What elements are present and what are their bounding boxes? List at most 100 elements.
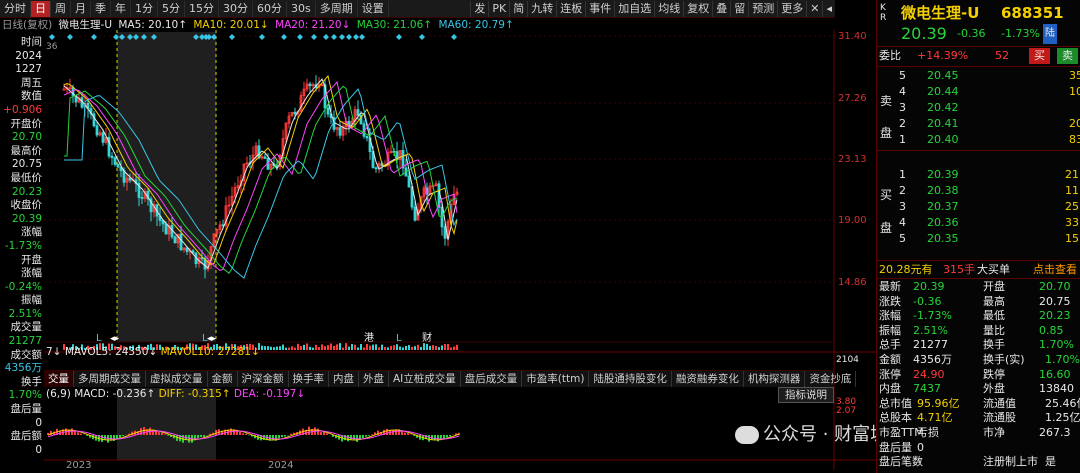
indicator-tab-0[interactable]: 交量 [44, 371, 74, 387]
ask-price: 20.41 [927, 117, 959, 130]
volume-bar [432, 345, 434, 350]
period-tab-4[interactable]: 季 [91, 0, 111, 17]
event-markers [49, 34, 457, 40]
stat-value: 24.90 [913, 367, 945, 381]
period-tab-7[interactable]: 5分 [158, 0, 185, 17]
volume-bar [366, 343, 368, 350]
event-marker [91, 34, 97, 40]
macd-bar [347, 435, 349, 442]
indicator-tab-14[interactable]: 资金抄底 [805, 371, 857, 387]
toolbar-item-4[interactable]: 连板 [556, 0, 585, 17]
change: -0.36 [957, 27, 986, 40]
toolbar-item-3[interactable]: 九转 [527, 0, 556, 17]
period-tab-9[interactable]: 30分 [219, 0, 253, 17]
toolbar-item-6[interactable]: 加自选 [614, 0, 654, 17]
indicator-tab-3[interactable]: 金额 [208, 371, 238, 387]
period-toolbar: 分时日周月季年 1分 5分 15分 30分 60分 30s 多周期 设置 发 PK 简九转 连板 事件 加自… [0, 0, 835, 18]
indicator-tab-9[interactable]: 盘后成交量 [461, 371, 523, 387]
toolbar-item-2[interactable]: 简 [509, 0, 527, 17]
indicator-tab-2[interactable]: 虚拟成交量 [146, 371, 208, 387]
volume-bar [354, 344, 356, 350]
volume-bar [402, 347, 404, 350]
stat-value: 1.70% [1039, 338, 1074, 352]
period-tab-1[interactable]: 日 [31, 0, 51, 17]
weicha-value: 52 [995, 49, 1009, 62]
macd-bar [290, 433, 292, 435]
indicator-tab-8[interactable]: AI立桩成交量 [389, 371, 461, 387]
toolbar-item-5[interactable]: 事件 [585, 0, 614, 17]
indicator-help-button[interactable]: 指标说明 [778, 387, 834, 403]
period-tab-11[interactable]: 30s [287, 0, 316, 17]
toolbar-item-7[interactable]: 均线 [654, 0, 683, 17]
indicator-tab-11[interactable]: 陆股通持股变化 [589, 371, 672, 387]
period-tab-6[interactable]: 1分 [131, 0, 158, 17]
stat-value: 13840 [1039, 382, 1074, 396]
bid-level: 4 [899, 216, 906, 229]
toolbar-item-8[interactable]: 复权 [683, 0, 712, 17]
indicator-tab-7[interactable]: 外盘 [359, 371, 389, 387]
deal-link[interactable]: 点击查看 [1033, 262, 1077, 278]
stat-value: 1.70% [1045, 353, 1080, 366]
indicator-tab-6[interactable]: 内盘 [329, 371, 359, 387]
diff-value: DIFF: -0.315↑ [158, 388, 231, 400]
stat-label: 换手 [983, 338, 1005, 352]
ask-level: 4 [899, 85, 906, 98]
close-icon[interactable]: ✕ [806, 0, 822, 17]
event-marker [67, 34, 73, 40]
stat-value: 1.25亿 [1045, 411, 1080, 425]
candle-body [95, 125, 99, 136]
volume-bar [390, 345, 392, 350]
price-axis-label: 23.13 [838, 154, 867, 165]
bid-price: 20.39 [927, 168, 959, 181]
volume-bar [441, 345, 443, 350]
macd-bar [440, 435, 442, 439]
info-row: 盘后量 [10, 403, 43, 416]
volume-bar [414, 346, 416, 350]
stat-value: -0.36 [913, 294, 942, 308]
indicator-tab-5[interactable]: 换手率 [289, 371, 329, 387]
dropdown-icon[interactable]: ◂ [822, 0, 835, 17]
volume-bar [336, 344, 338, 350]
toolbar-item-1[interactable]: PK [488, 0, 509, 17]
macd-bar [194, 435, 196, 440]
stat-value: 2.51% [913, 323, 948, 337]
toolbar-item-12[interactable]: 更多 [777, 0, 806, 17]
buy-button[interactable]: 买 [1029, 48, 1050, 64]
stat-row: 涨幅 -1.73% 最低 20.23 [877, 309, 1080, 323]
period-tab-10[interactable]: 60分 [253, 0, 287, 17]
candle-body [401, 150, 405, 169]
volume-bar [321, 344, 323, 350]
indicator-tab-4[interactable]: 沪深金额 [238, 371, 289, 387]
indicator-tab-13[interactable]: 机构探测器 [744, 371, 806, 387]
bid-level: 1 [899, 168, 906, 181]
stat-label: 市净 [983, 426, 1005, 439]
kline-chart[interactable]: 31.4027.2623.1319.0014.86L L 港 L 财◂▸ ◂▸ [44, 30, 876, 470]
ask-row: 1 20.40 83 [877, 132, 1080, 148]
period-tab-5[interactable]: 年 [111, 0, 131, 17]
macd-bar [101, 435, 103, 442]
stat-value: 20.75 [1039, 294, 1071, 308]
period-tab-2[interactable]: 周 [51, 0, 71, 17]
volume-bar [306, 343, 308, 350]
candle-body [101, 132, 105, 143]
info-row: 最高价 [10, 144, 43, 157]
volume-bar [456, 344, 458, 350]
sell-button[interactable]: 卖 [1057, 48, 1078, 64]
period-tab-12[interactable]: 多周期 [316, 0, 358, 17]
macd-bar [122, 435, 124, 437]
toolbar-item-0[interactable]: 发 [470, 0, 488, 17]
toolbar-item-9[interactable]: 叠 [712, 0, 730, 17]
volume-bar [279, 346, 281, 350]
macd-bar [119, 435, 121, 438]
period-tab-13[interactable]: 设置 [358, 0, 389, 17]
indicator-tab-10[interactable]: 市盈率(ttm) [522, 371, 590, 387]
indicator-tab-12[interactable]: 融资融券变化 [672, 371, 744, 387]
period-tab-3[interactable]: 月 [71, 0, 91, 17]
toolbar-item-10[interactable]: 留 [730, 0, 748, 17]
indicator-tab-1[interactable]: 多周期成交量 [74, 371, 146, 387]
period-tab-0[interactable]: 分时 [0, 0, 31, 17]
stock-code: 688351 [1001, 4, 1064, 22]
period-tab-8[interactable]: 15分 [185, 0, 219, 17]
toolbar-item-11[interactable]: 预测 [748, 0, 777, 17]
info-row: 振幅 [21, 294, 42, 307]
